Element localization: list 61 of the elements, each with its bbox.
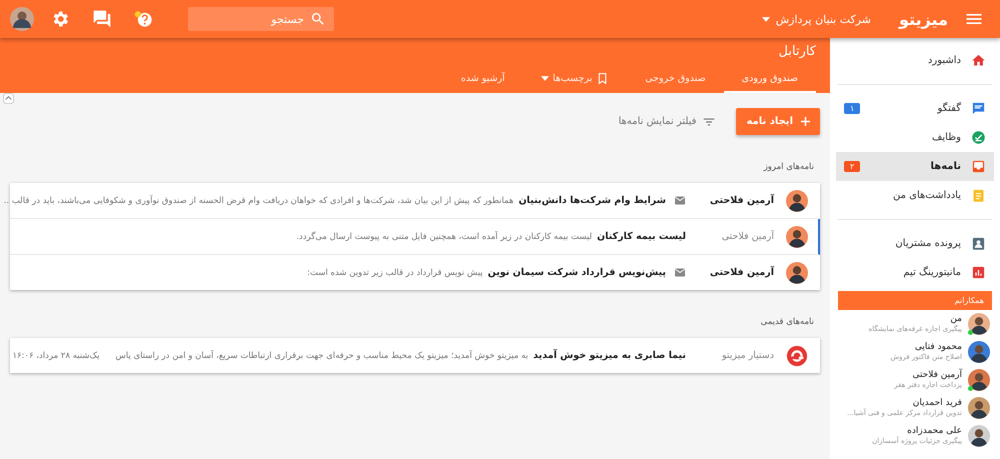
page-title: کارتابل [778,44,816,59]
message-subject: نیما صابری به میزیتو خوش آمدید [533,350,686,361]
member-name: علی محمدزاده [906,426,962,436]
sender-avatar [786,226,808,248]
section-title: نامه‌های امروز [762,161,815,174]
message-subject: پیش‌نویس قرارداد شرکت سیمان نوین [488,267,666,278]
nav-item[interactable]: یادداشت‌های من [836,181,994,210]
nav-item[interactable]: نامه‌ها ۲ [836,152,994,181]
member-name: آرمین فلاحتی [911,370,962,382]
bookmark-icon [596,72,610,85]
count-badge: ۱ [844,103,860,114]
nav-label: وظایف [931,132,961,143]
sender-name: دستیار میزیتو [720,350,774,361]
member-name: فرید احمدیان [912,398,962,410]
nav-item[interactable]: گفتگو ۱ [836,94,994,123]
sender-name: آرمین فلاحتی [708,267,774,278]
nav-label: یادداشت‌های من [892,190,961,201]
sender-avatar [786,262,808,284]
member-name: من [949,314,962,324]
member-avatar[interactable] [968,313,990,335]
nav-label: داشبورد [926,55,961,66]
member-name: محمود فتایی [914,342,962,354]
member-avatar[interactable] [968,425,990,447]
sender-avatar [786,190,808,212]
nav-label: گفتگو [936,103,961,114]
help-icon[interactable] [134,9,154,29]
filter-button[interactable]: فیلتر نمایش نامه‌ها [612,114,722,130]
nav-label: نامه‌ها [930,161,961,172]
message-row[interactable]: دستیار میزیتو نیما صابری به میزیتو خوش آمدید به میزیتو خوش آمدید؛ میزیتو یک محیط مناسب و حرفه‌ای جهت برقراری ارتباطات سریع، آسان و امن در راستای پاس یک‌شنبه ۲۸ مرداد، ۱۶:۰۶ [10,338,820,373]
member-avatar[interactable] [968,341,990,363]
chat-icon[interactable] [92,9,112,29]
app-logo: میزیتو [899,10,948,28]
message-row[interactable]: آرمین فلاحتی لیست بیمه کارکنان لیست بیمه کارکنان در زیر آمده است، همچنین فایل متنی به پیوست ارسال می‌گردد. [10,219,820,255]
message-subject: لیست بیمه کارکنان [597,231,686,242]
member-avatar[interactable] [968,369,990,391]
assistant-logo-icon [786,344,808,366]
collapse-icon[interactable] [3,93,14,104]
section-title: نامه‌های قدیمی [760,316,815,329]
message-preview: پیش نویس قرارداد در قالب زیر تدوین شده است: [307,268,483,278]
nav-label: پرونده مشتریان [894,238,961,249]
nav-label: مانیتورینگ تیم [902,267,961,278]
search-icon [310,11,326,27]
count-badge: ۲ [844,161,860,172]
member-avatar[interactable] [968,397,990,419]
nav-item[interactable]: مانیتورینگ تیم [836,258,994,287]
sender-name: آرمین فلاحتی [720,231,774,242]
caret-icon [540,76,549,81]
plus-icon [801,117,810,126]
message-date: یک‌شنبه ۲۸ مرداد، ۱۶:۰۶ [12,350,100,360]
team-header: همکارانم [838,291,992,310]
nav-item[interactable]: وظایف [836,123,994,152]
nav-item[interactable]: داشبورد [836,46,994,75]
message-row[interactable]: آرمین فلاحتی پیش‌نویس قرارداد شرکت سیمان نوین پیش نویس قرارداد در قالب زیر تدوین شده است: [10,255,820,290]
caret-icon [762,16,770,22]
nav-item[interactable]: پرونده مشتریان [836,229,994,258]
message-preview: لیست بیمه کارکنان در زیر آمده است، همچنین فایل متنی به پیوست ارسال می‌گردد. [296,232,592,242]
sender-name: آرمین فلاحتی [708,195,774,206]
user-avatar[interactable] [10,7,34,31]
message-preview: به میزیتو خوش آمدید؛ میزیتو یک محیط مناسب و حرفه‌ای جهت برقراری ارتباطات سریع، آسان و امن در راستای پاس [116,350,528,360]
message-subject: شرایط وام شرکت‌ها دانش‌بنیان [518,195,666,206]
message-preview: همانطور که پیش از این بیان شد، شرکت‌ها و افرادی که خواهان دریافت وام قرض الحسنه از صندوق نوآوری و شکوفایی می‌باشند، باید در قالب .. [4,196,514,206]
